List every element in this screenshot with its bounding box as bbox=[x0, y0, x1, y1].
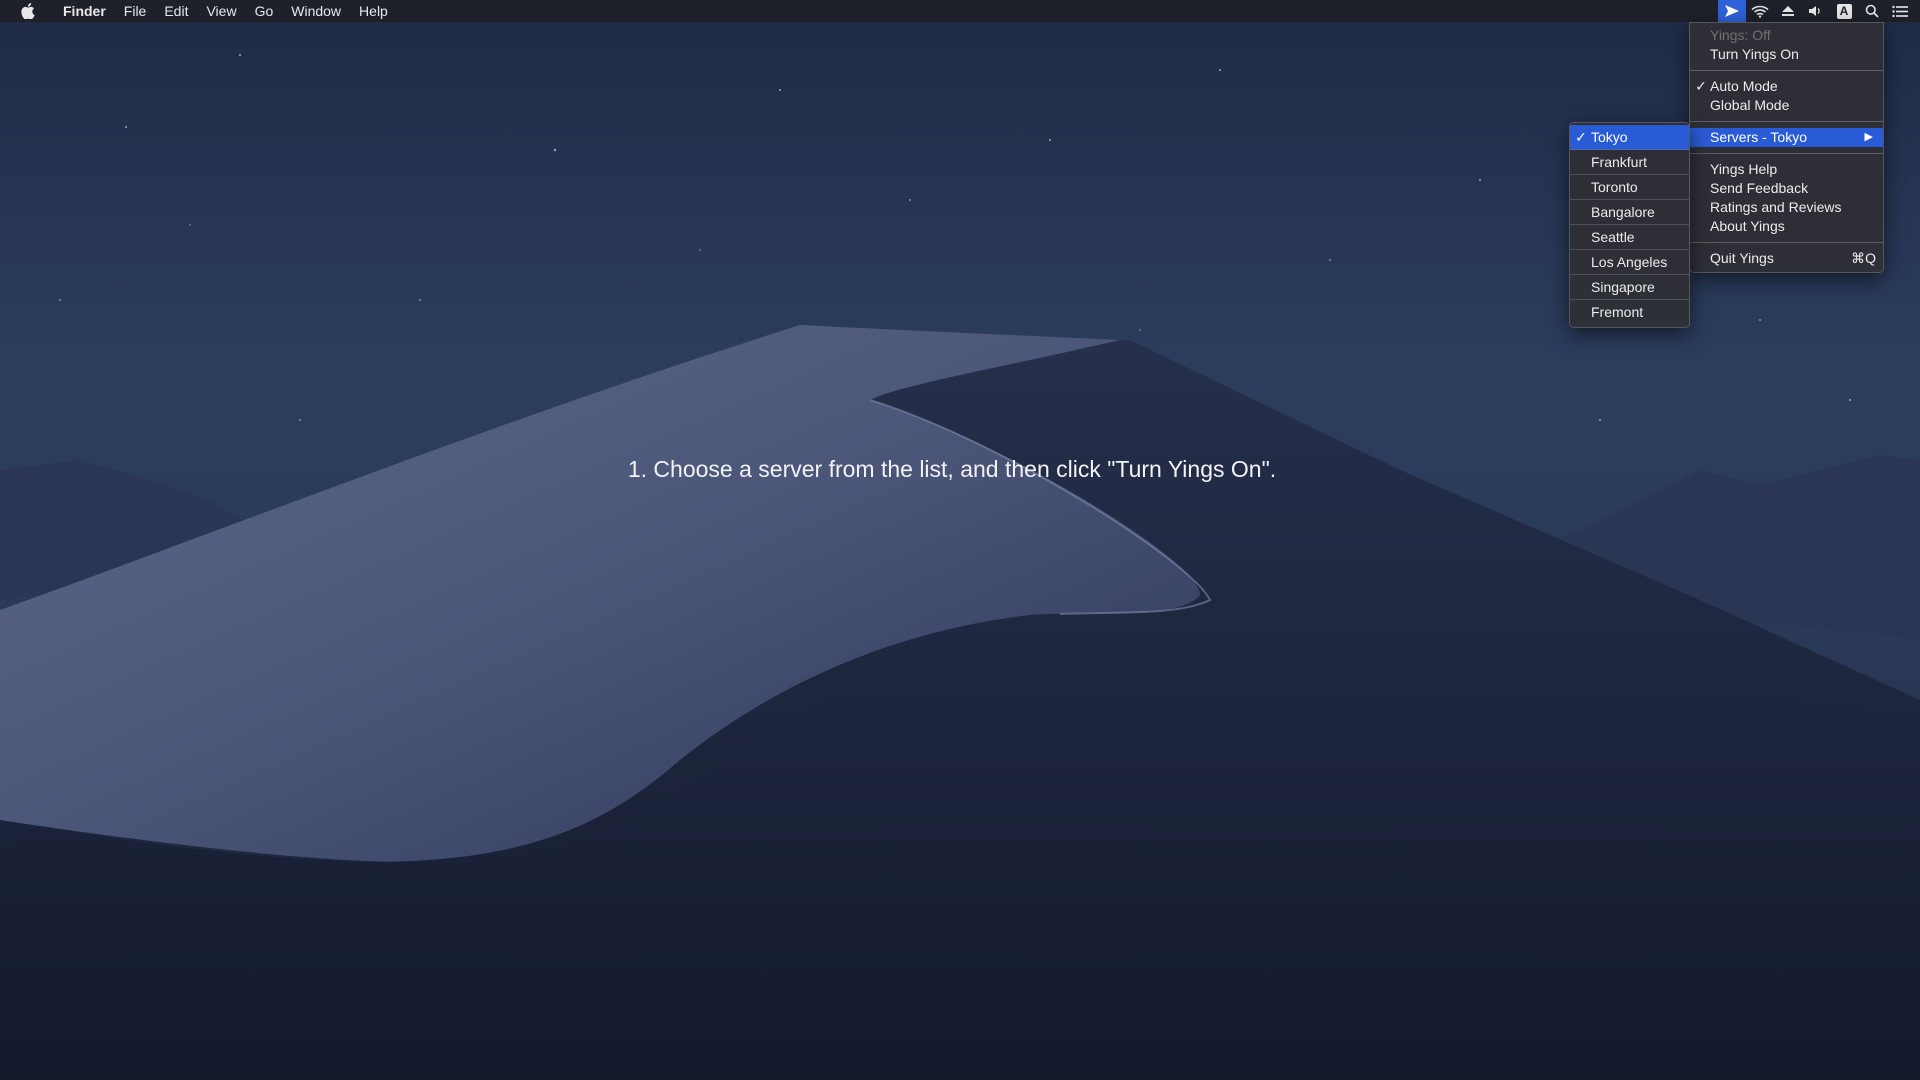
menu-item-servers[interactable]: Servers - Tokyo ▶ bbox=[1690, 128, 1883, 147]
menu-item-ratings-reviews[interactable]: Ratings and Reviews bbox=[1690, 198, 1883, 217]
server-item-seattle[interactable]: Seattle bbox=[1570, 225, 1689, 250]
menu-window[interactable]: Window bbox=[282, 0, 350, 22]
menu-item-yings-help[interactable]: Yings Help bbox=[1690, 160, 1883, 179]
apple-logo-icon[interactable] bbox=[20, 0, 36, 22]
server-item-los-angeles[interactable]: Los Angeles bbox=[1570, 250, 1689, 275]
server-label: Toronto bbox=[1591, 179, 1638, 195]
servers-submenu: ✓ Tokyo Frankfurt Toronto Bangalore Seat… bbox=[1569, 122, 1690, 328]
yings-menu: Yings: Off Turn Yings On ✓ Auto Mode Glo… bbox=[1689, 22, 1884, 273]
about-yings-label: About Yings bbox=[1710, 218, 1785, 234]
menu-item-about-yings[interactable]: About Yings bbox=[1690, 217, 1883, 236]
server-item-bangalore[interactable]: Bangalore bbox=[1570, 200, 1689, 225]
quit-yings-label: Quit Yings bbox=[1710, 250, 1774, 266]
menu-separator bbox=[1690, 153, 1883, 154]
ratings-reviews-label: Ratings and Reviews bbox=[1710, 199, 1842, 215]
submenu-arrow-icon: ▶ bbox=[1864, 131, 1873, 143]
server-label: Bangalore bbox=[1591, 204, 1655, 220]
auto-mode-label: Auto Mode bbox=[1710, 78, 1778, 94]
checkmark-icon: ✓ bbox=[1575, 129, 1587, 145]
notification-center-icon[interactable] bbox=[1886, 0, 1914, 22]
menu-bar: Finder File Edit View Go Window Help A bbox=[0, 0, 1920, 22]
menu-separator bbox=[1690, 121, 1883, 122]
eject-icon[interactable] bbox=[1774, 0, 1802, 22]
server-label: Tokyo bbox=[1591, 129, 1628, 145]
menu-view[interactable]: View bbox=[197, 0, 245, 22]
menu-item-auto-mode[interactable]: ✓ Auto Mode bbox=[1690, 77, 1883, 96]
server-label: Seattle bbox=[1591, 229, 1635, 245]
menu-item-send-feedback[interactable]: Send Feedback bbox=[1690, 179, 1883, 198]
volume-icon[interactable] bbox=[1802, 0, 1830, 22]
yings-help-label: Yings Help bbox=[1710, 161, 1778, 177]
server-item-tokyo[interactable]: ✓ Tokyo bbox=[1570, 125, 1689, 150]
server-label: Fremont bbox=[1591, 304, 1644, 320]
checkmark-icon: ✓ bbox=[1695, 78, 1707, 94]
input-source-label: A bbox=[1836, 3, 1852, 19]
yings-arrow-icon[interactable] bbox=[1718, 0, 1746, 22]
server-label: Frankfurt bbox=[1591, 154, 1648, 170]
wifi-icon[interactable] bbox=[1746, 0, 1774, 22]
menu-item-quit-yings[interactable]: Quit Yings ⌘Q bbox=[1690, 249, 1883, 268]
menu-item-yings-status: Yings: Off bbox=[1690, 26, 1883, 45]
menu-item-turn-yings-on[interactable]: Turn Yings On bbox=[1690, 45, 1883, 64]
server-item-frankfurt[interactable]: Frankfurt bbox=[1570, 150, 1689, 175]
input-source-icon[interactable]: A bbox=[1830, 0, 1858, 22]
menu-help[interactable]: Help bbox=[350, 0, 397, 22]
server-label: Singapore bbox=[1591, 279, 1655, 295]
menu-file[interactable]: File bbox=[115, 0, 156, 22]
server-item-singapore[interactable]: Singapore bbox=[1570, 275, 1689, 300]
turn-yings-on-label: Turn Yings On bbox=[1710, 46, 1799, 62]
menu-separator bbox=[1690, 242, 1883, 243]
menu-separator bbox=[1690, 70, 1883, 71]
menu-edit[interactable]: Edit bbox=[155, 0, 197, 22]
yings-status-label: Yings: Off bbox=[1710, 27, 1771, 43]
instruction-text: 1. Choose a server from the list, and th… bbox=[627, 456, 1277, 482]
server-item-fremont[interactable]: Fremont bbox=[1570, 300, 1689, 324]
search-icon[interactable] bbox=[1858, 0, 1886, 22]
quit-shortcut: ⌘Q bbox=[1851, 250, 1876, 266]
status-menu-area: A bbox=[1718, 0, 1920, 22]
menu-finder[interactable]: Finder bbox=[54, 0, 115, 22]
menu-go[interactable]: Go bbox=[246, 0, 283, 22]
send-feedback-label: Send Feedback bbox=[1710, 180, 1809, 196]
server-item-toronto[interactable]: Toronto bbox=[1570, 175, 1689, 200]
global-mode-label: Global Mode bbox=[1710, 97, 1790, 113]
server-label: Los Angeles bbox=[1591, 254, 1668, 270]
servers-label: Servers - Tokyo bbox=[1710, 129, 1807, 145]
menu-item-global-mode[interactable]: Global Mode bbox=[1690, 96, 1883, 115]
